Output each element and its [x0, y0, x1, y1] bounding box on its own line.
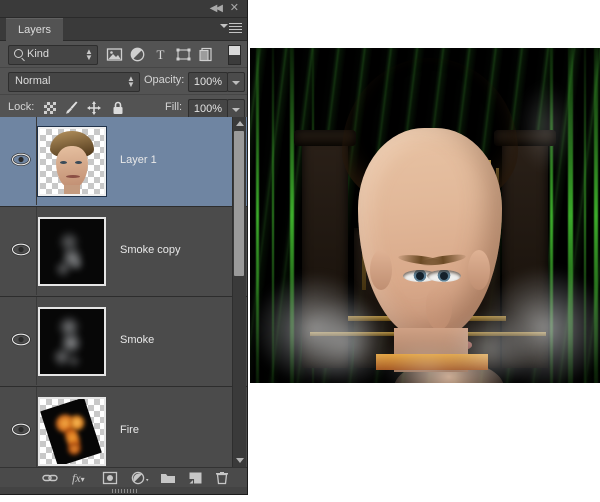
eye-icon	[11, 423, 31, 436]
close-panel-button[interactable]: ✕	[230, 3, 239, 14]
blend-mode-dropdown[interactable]: Normal ▲ ▼	[8, 72, 140, 92]
filter-kind-label: Kind	[27, 48, 50, 60]
lock-all-icon[interactable]	[110, 100, 126, 116]
eye-icon	[11, 333, 31, 346]
filter-type-icon[interactable]: T	[152, 46, 169, 63]
filter-smart-object-icon[interactable]	[198, 46, 215, 63]
layer-name[interactable]: Smoke	[120, 334, 154, 346]
blend-mode-row: Normal ▲ ▼ Opacity: 100%	[0, 68, 247, 95]
scroll-down-arrow-icon[interactable]	[236, 458, 244, 463]
filter-enable-toggle[interactable]	[228, 45, 241, 65]
eye-icon	[11, 153, 31, 166]
layer-list: Layer 1 Smoke copy Smoke Fire	[0, 117, 247, 467]
fill-label: Fill:	[165, 101, 183, 113]
delete-layer-icon[interactable]	[215, 471, 229, 485]
face	[358, 128, 504, 383]
lock-image-pixels-icon[interactable]	[64, 100, 80, 116]
table-row[interactable]: Smoke	[0, 297, 247, 387]
link-layers-icon[interactable]	[42, 471, 58, 485]
new-group-icon[interactable]	[160, 471, 176, 485]
search-icon	[14, 49, 23, 58]
tab-layers[interactable]: Layers	[6, 18, 64, 41]
fill-dropdown-arrow[interactable]	[227, 99, 245, 119]
layers-panel: ◀◀ ✕ Layers Kind ▲ ▼ T Normal ▲ ▼ Opacit…	[0, 0, 248, 495]
scroll-up-arrow-icon[interactable]	[236, 121, 244, 126]
opacity-dropdown-arrow[interactable]	[227, 72, 245, 92]
lock-label: Lock:	[8, 101, 35, 113]
table-row[interactable]: Layer 1	[0, 117, 247, 207]
chevron-updown-icon: ▲ ▼	[85, 47, 93, 62]
blend-mode-value: Normal	[15, 75, 51, 87]
panel-menu-icon[interactable]	[220, 22, 242, 35]
add-layer-mask-icon[interactable]	[102, 471, 118, 485]
filter-shape-icon[interactable]	[175, 46, 192, 63]
layers-bottom-toolbar: fx▾	[0, 467, 247, 488]
layer-list-scrollbar[interactable]	[232, 117, 246, 467]
layer-visibility-toggle[interactable]	[6, 117, 37, 205]
lock-position-icon[interactable]	[86, 100, 102, 116]
scrollbar-thumb[interactable]	[234, 131, 244, 276]
new-layer-icon[interactable]	[188, 471, 203, 485]
opacity-label: Opacity:	[144, 74, 185, 86]
chevron-updown-icon: ▲ ▼	[127, 74, 135, 89]
layer-thumbnail[interactable]	[37, 126, 107, 197]
layer-name[interactable]: Layer 1	[120, 154, 157, 166]
fill-input[interactable]: 100%	[188, 99, 228, 119]
image-canvas	[250, 48, 600, 383]
collapse-panel-button[interactable]: ◀◀	[210, 3, 223, 14]
table-row[interactable]: Smoke copy	[0, 207, 247, 297]
layer-name[interactable]: Fire	[120, 424, 139, 436]
panel-title-bar: ◀◀ ✕	[0, 0, 247, 18]
layer-styles-fx-icon[interactable]: fx▾	[72, 471, 85, 485]
opacity-input[interactable]: 100%	[188, 72, 228, 92]
table-row[interactable]: Fire	[0, 387, 247, 467]
layer-thumbnail[interactable]	[38, 397, 106, 466]
layer-visibility-toggle[interactable]	[6, 387, 37, 467]
filter-kind-dropdown[interactable]: Kind ▲ ▼	[8, 45, 98, 65]
lock-transparent-pixels-icon[interactable]	[42, 100, 58, 116]
filter-row: Kind ▲ ▼ T	[0, 41, 247, 68]
panel-resize-grip[interactable]	[0, 487, 247, 494]
eye-icon	[11, 243, 31, 256]
panel-tab-bar: Layers	[0, 18, 247, 41]
layer-thumbnail[interactable]	[38, 307, 106, 376]
new-adjustment-layer-icon[interactable]	[131, 471, 150, 485]
filter-adjustment-icon[interactable]	[129, 46, 146, 63]
layer-name[interactable]: Smoke copy	[120, 244, 181, 256]
layer-thumbnail[interactable]	[38, 217, 106, 286]
layer-visibility-toggle[interactable]	[6, 207, 37, 295]
filter-pixel-icon[interactable]	[106, 46, 123, 63]
layer-visibility-toggle[interactable]	[6, 297, 37, 385]
